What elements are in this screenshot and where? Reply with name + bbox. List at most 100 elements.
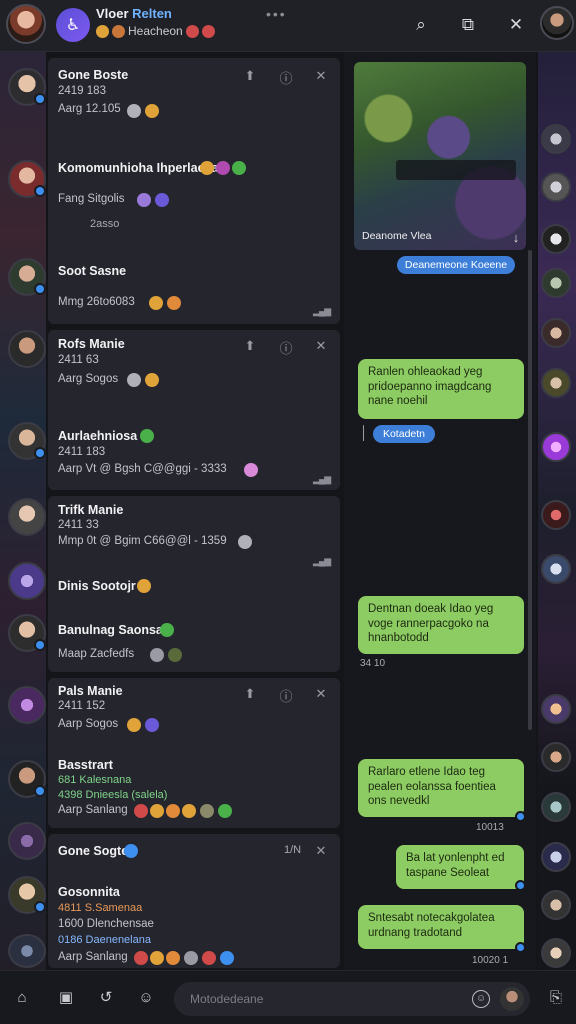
sender-name: Basstrart xyxy=(58,758,113,772)
contact-avatar[interactable] xyxy=(541,938,571,968)
info-icon[interactable]: ⓘ xyxy=(278,686,294,705)
contact-avatar[interactable] xyxy=(8,68,46,106)
contact-avatar[interactable] xyxy=(541,368,571,398)
more-dots-icon[interactable]: ••• xyxy=(266,6,287,22)
profile-avatar[interactable] xyxy=(6,4,46,44)
online-badge-icon xyxy=(34,93,46,105)
emoji-icon xyxy=(185,24,199,38)
emoji-icon xyxy=(167,296,181,310)
channel-icon[interactable]: ♿ xyxy=(56,8,90,42)
contact-avatar[interactable] xyxy=(541,554,571,584)
user-avatar[interactable] xyxy=(540,6,574,40)
contact-avatar[interactable] xyxy=(8,822,46,860)
close-icon[interactable]: ✕ xyxy=(313,68,329,84)
contact-avatar[interactable] xyxy=(8,160,46,198)
chat-bubble[interactable]: Rarlaro etlene Idao teg pealen eolanssa f… xyxy=(358,759,524,817)
channel-title: Vloer Relten xyxy=(96,6,172,21)
contact-avatar[interactable] xyxy=(8,562,46,600)
emoji-icon xyxy=(145,373,159,387)
contact-avatar[interactable] xyxy=(541,742,571,772)
contact-avatar[interactable] xyxy=(541,224,571,254)
contact-avatar[interactable] xyxy=(541,792,571,822)
contact-avatar[interactable] xyxy=(541,318,571,348)
emoji-icon xyxy=(150,804,164,818)
contact-avatar[interactable] xyxy=(541,500,571,530)
close-icon[interactable]: ✕ xyxy=(313,338,329,354)
emoji-icon xyxy=(238,535,252,549)
emoji-icon xyxy=(232,161,246,175)
message-meta: 2asso xyxy=(90,218,120,230)
emoji-icon xyxy=(127,104,141,118)
message-time: 10020 1 xyxy=(472,955,509,966)
chat-bubble[interactable]: Ba lat yonlenpht ed taspane Seoleat xyxy=(396,845,524,889)
contact-avatar[interactable] xyxy=(8,498,46,536)
contact-avatar[interactable] xyxy=(541,432,571,462)
message-card[interactable] xyxy=(48,58,340,324)
download-icon[interactable]: ↓ xyxy=(508,230,524,245)
emoji-icon xyxy=(140,429,154,443)
history-icon[interactable]: ↺ xyxy=(96,988,116,1008)
message-meta: 2411 63 xyxy=(58,354,99,366)
contact-avatar[interactable] xyxy=(8,258,46,296)
message-meta: Aarg 12.105 xyxy=(58,103,121,115)
emoji-picker-icon[interactable]: ☺ xyxy=(472,990,490,1008)
attach-icon[interactable]: ⎘ xyxy=(546,988,566,1008)
close-icon[interactable]: ✕ xyxy=(313,686,329,702)
message-meta: 681 Kalesnana xyxy=(58,774,132,786)
signal-icon: ▂▄▆ xyxy=(313,474,331,484)
search-icon[interactable]: ⌕ xyxy=(410,14,432,36)
sender-name: Gone Boste xyxy=(58,68,129,82)
reaction-pill[interactable]: Kotadetn xyxy=(373,425,435,443)
contact-avatar[interactable] xyxy=(8,330,46,368)
contact-avatar[interactable] xyxy=(8,422,46,460)
chat-bubble[interactable]: Sntesabt notecakgolatea urdnang tradotand xyxy=(358,905,524,949)
read-check-icon xyxy=(515,880,526,891)
composer-avatar[interactable] xyxy=(500,987,524,1011)
close-icon[interactable]: ✕ xyxy=(313,843,329,859)
game-screenshot-image[interactable]: Deanome Vlea xyxy=(354,62,526,250)
online-badge-icon xyxy=(34,283,46,295)
emoji-icon xyxy=(200,161,214,175)
message-meta: Aarp Sanlang xyxy=(58,804,128,816)
message-meta: 2411 183 xyxy=(58,446,106,458)
contact-avatar[interactable] xyxy=(8,876,46,914)
emoji-icon xyxy=(134,804,148,818)
pin-icon[interactable]: ⬆ xyxy=(242,338,258,354)
contact-avatar[interactable] xyxy=(8,614,46,652)
close-icon[interactable]: ✕ xyxy=(505,14,527,36)
gallery-icon[interactable]: ▣ xyxy=(56,988,76,1008)
sticker-icon[interactable]: ☺ xyxy=(136,988,156,1008)
scrollbar[interactable] xyxy=(528,250,532,730)
message-input[interactable] xyxy=(190,982,470,1016)
message-meta: 2411 152 xyxy=(58,700,106,712)
online-badge-icon xyxy=(34,785,46,797)
chat-bubble[interactable]: Dentnan doeak Idao yeg voge rannerpacgoko… xyxy=(358,596,524,654)
emoji-icon xyxy=(166,951,180,965)
new-chat-icon[interactable]: ⧉ xyxy=(457,14,479,36)
contact-avatar[interactable] xyxy=(8,686,46,724)
chat-bubble[interactable]: Ranlen ohleaokad yeg pridoepanno imagdcan… xyxy=(358,359,524,419)
read-check-icon xyxy=(515,942,526,953)
sender-name: Dinis Sootojr xyxy=(58,579,136,593)
contact-avatar[interactable] xyxy=(541,694,571,724)
contact-avatar[interactable] xyxy=(8,934,46,968)
emoji-icon xyxy=(137,193,151,207)
message-meta: 1600 Dlenchensae xyxy=(58,918,154,930)
contact-avatar[interactable] xyxy=(541,842,571,872)
message-meta: Aarp Sanlang xyxy=(58,951,128,963)
contact-avatar[interactable] xyxy=(8,760,46,798)
reply-icon[interactable]: │ xyxy=(356,425,372,440)
emoji-icon xyxy=(150,648,164,662)
pin-icon[interactable]: ⬆ xyxy=(242,686,258,702)
contact-avatar[interactable] xyxy=(541,172,571,202)
contact-avatar[interactable] xyxy=(541,124,571,154)
home-icon[interactable]: ⌂ xyxy=(12,988,32,1008)
contact-avatar[interactable] xyxy=(541,268,571,298)
message-meta: Aarp Vt @ Bgsh C@@ggi - 3333 xyxy=(58,463,227,475)
info-icon[interactable]: ⓘ xyxy=(278,68,294,87)
contact-avatar[interactable] xyxy=(541,890,571,920)
info-icon[interactable]: ⓘ xyxy=(278,338,294,357)
emoji-icon xyxy=(127,718,141,732)
pin-icon[interactable]: ⬆ xyxy=(242,68,258,84)
message-time: 10013 xyxy=(476,822,504,833)
